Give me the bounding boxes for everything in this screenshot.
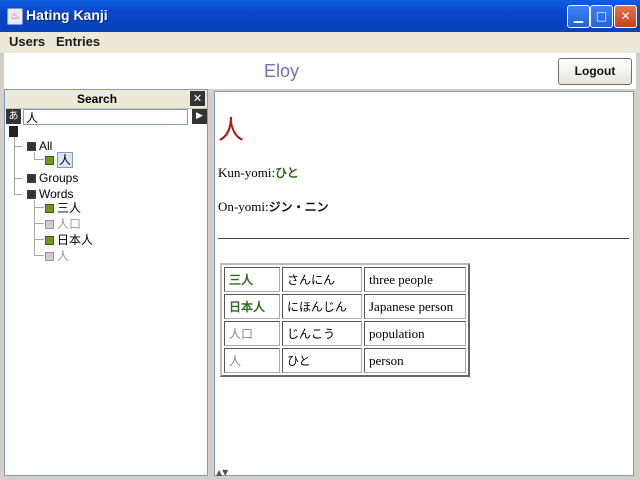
user-bar: Eloy Logout bbox=[4, 53, 636, 89]
word-reading: じんこう bbox=[282, 321, 362, 346]
words-table: 三人 さんにん three people 日本人 にほんじん Japanese … bbox=[220, 263, 470, 377]
maximize-icon: □ bbox=[595, 9, 608, 23]
detail-panel: 人 Kun-yomi:ひと On-yomi:ジン・ニン 三人 さんにん thre… bbox=[214, 91, 634, 476]
checked-icon bbox=[45, 236, 54, 245]
word-kanji: 人口 bbox=[224, 321, 280, 346]
word-kanji: 三人 bbox=[224, 267, 280, 292]
kun-yomi-value: ひと bbox=[275, 166, 299, 180]
kanji-heading: 人 bbox=[218, 116, 245, 146]
word-reading: ひと bbox=[282, 348, 362, 373]
java-app-icon: ♨ bbox=[7, 8, 23, 25]
window-title: Hating Kanji bbox=[26, 7, 108, 23]
split-divider[interactable] bbox=[209, 89, 213, 476]
kun-yomi-label: Kun-yomi: bbox=[218, 165, 276, 180]
word-kanji: 日本人 bbox=[224, 294, 280, 319]
word-meaning: person bbox=[364, 348, 466, 373]
menu-bar: Users Entries bbox=[0, 32, 640, 54]
checked-icon bbox=[45, 204, 54, 213]
unchecked-icon bbox=[45, 252, 54, 261]
word-reading: さんにん bbox=[282, 267, 362, 292]
word-kanji: 人 bbox=[224, 348, 280, 373]
close-search-icon[interactable]: ✕ bbox=[190, 91, 205, 106]
on-yomi-row: On-yomi:ジン・ニン bbox=[218, 198, 329, 215]
table-row[interactable]: 人 ひと person bbox=[224, 348, 466, 373]
table-row[interactable]: 三人 さんにん three people bbox=[224, 267, 466, 292]
folder-icon bbox=[27, 190, 36, 199]
tree-word-item[interactable]: 人 bbox=[45, 248, 69, 264]
group-icon bbox=[27, 174, 36, 183]
word-meaning: Japanese person bbox=[364, 294, 466, 319]
word-meaning: three people bbox=[364, 267, 466, 292]
maximize-button[interactable]: □ bbox=[590, 5, 613, 28]
close-button[interactable]: ✕ bbox=[614, 5, 637, 28]
search-panel: Search ✕ あ ▶ All 人 Groups Words bbox=[4, 89, 208, 476]
menu-users[interactable]: Users bbox=[9, 34, 45, 49]
split-arrows-icon[interactable]: ▲▼ bbox=[216, 468, 228, 477]
search-go-icon[interactable]: ▶ bbox=[192, 109, 207, 124]
title-bar[interactable]: ♨ Hating Kanji ▁ □ ✕ bbox=[0, 0, 640, 32]
minimize-icon: ▁ bbox=[573, 9, 584, 23]
on-yomi-label: On-yomi: bbox=[218, 199, 269, 214]
kun-yomi-row: Kun-yomi:ひと bbox=[218, 164, 299, 181]
divider bbox=[218, 238, 629, 239]
logout-button[interactable]: Logout bbox=[558, 58, 632, 85]
ime-toggle-button[interactable]: あ bbox=[6, 109, 21, 124]
user-name: Eloy bbox=[264, 61, 300, 81]
tree-word-item[interactable]: 三人 bbox=[45, 200, 81, 216]
folder-icon bbox=[27, 142, 36, 151]
tree-node-all-child[interactable]: 人 bbox=[45, 152, 74, 168]
table-row[interactable]: 日本人 にほんじん Japanese person bbox=[224, 294, 466, 319]
close-icon: ✕ bbox=[620, 9, 631, 23]
word-reading: にほんじん bbox=[282, 294, 362, 319]
table-row[interactable]: 人口 じんこう population bbox=[224, 321, 466, 346]
search-header: Search ✕ bbox=[5, 90, 207, 109]
tree-word-item[interactable]: 人口 bbox=[45, 216, 81, 232]
menu-entries[interactable]: Entries bbox=[56, 34, 100, 49]
unchecked-icon bbox=[45, 220, 54, 229]
word-meaning: population bbox=[364, 321, 466, 346]
tree-word-item[interactable]: 日本人 bbox=[45, 232, 93, 248]
search-input[interactable] bbox=[23, 109, 188, 125]
kanji-icon bbox=[45, 156, 54, 165]
tree-home-icon[interactable] bbox=[9, 124, 21, 140]
search-row: あ ▶ bbox=[5, 108, 207, 126]
tree-node-groups[interactable]: Groups bbox=[27, 170, 78, 186]
minimize-button[interactable]: ▁ bbox=[567, 5, 590, 28]
search-label: Search bbox=[77, 92, 118, 106]
on-yomi-value: ジン・ニン bbox=[268, 200, 329, 214]
